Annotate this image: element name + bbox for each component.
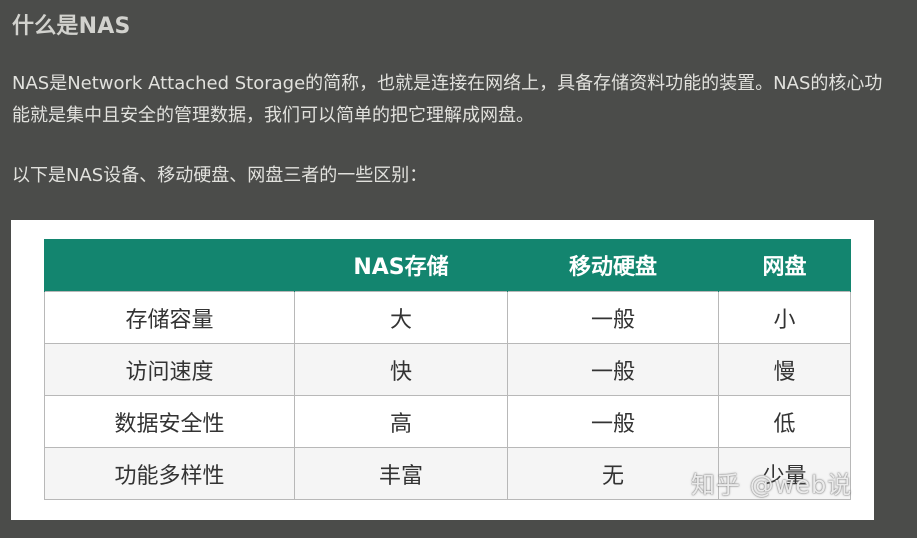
table-cell: 慢 [718, 343, 851, 396]
comparison-table: NAS存储 移动硬盘 网盘 存储容量 大 一般 小 访问速度 快 一般 慢 数据… [44, 239, 851, 500]
row-label: 访问速度 [44, 343, 295, 396]
table-cell: 丰富 [294, 447, 508, 500]
table-cell: 一般 [507, 291, 719, 344]
comparison-intro-paragraph: 以下是NAS设备、移动硬盘、网盘三者的一些区别： [12, 165, 428, 186]
article-body: 什么是NAS NAS是Network Attached Storage的简称，也… [0, 0, 917, 538]
row-label: 存储容量 [44, 291, 295, 344]
table-cell: 无 [507, 447, 719, 500]
table-row: 访问速度 快 一般 慢 [44, 343, 851, 396]
table-header-nas: NAS存储 [294, 239, 508, 292]
table-header-row: NAS存储 移动硬盘 网盘 [44, 239, 851, 292]
table-cell: 小 [718, 291, 851, 344]
row-label: 数据安全性 [44, 395, 295, 448]
table-header-external-drive: 移动硬盘 [507, 239, 719, 292]
intro-paragraph: NAS是Network Attached Storage的简称，也就是连接在网络… [12, 73, 883, 126]
article-heading: 什么是NAS [12, 14, 131, 39]
table-row: 存储容量 大 一般 小 [44, 291, 851, 344]
table-cell: 低 [718, 395, 851, 448]
table-cell: 大 [294, 291, 508, 344]
comparison-figure: NAS存储 移动硬盘 网盘 存储容量 大 一般 小 访问速度 快 一般 慢 数据… [11, 220, 874, 520]
table-cell: 高 [294, 395, 508, 448]
table-header-cloud-drive: 网盘 [718, 239, 851, 292]
table-header-cell-blank [44, 239, 295, 292]
table-cell: 快 [294, 343, 508, 396]
zhihu-watermark: 知乎 @web说 [691, 471, 853, 499]
table-row: 数据安全性 高 一般 低 [44, 395, 851, 448]
table-cell: 一般 [507, 395, 719, 448]
table-cell: 一般 [507, 343, 719, 396]
row-label: 功能多样性 [44, 447, 295, 500]
